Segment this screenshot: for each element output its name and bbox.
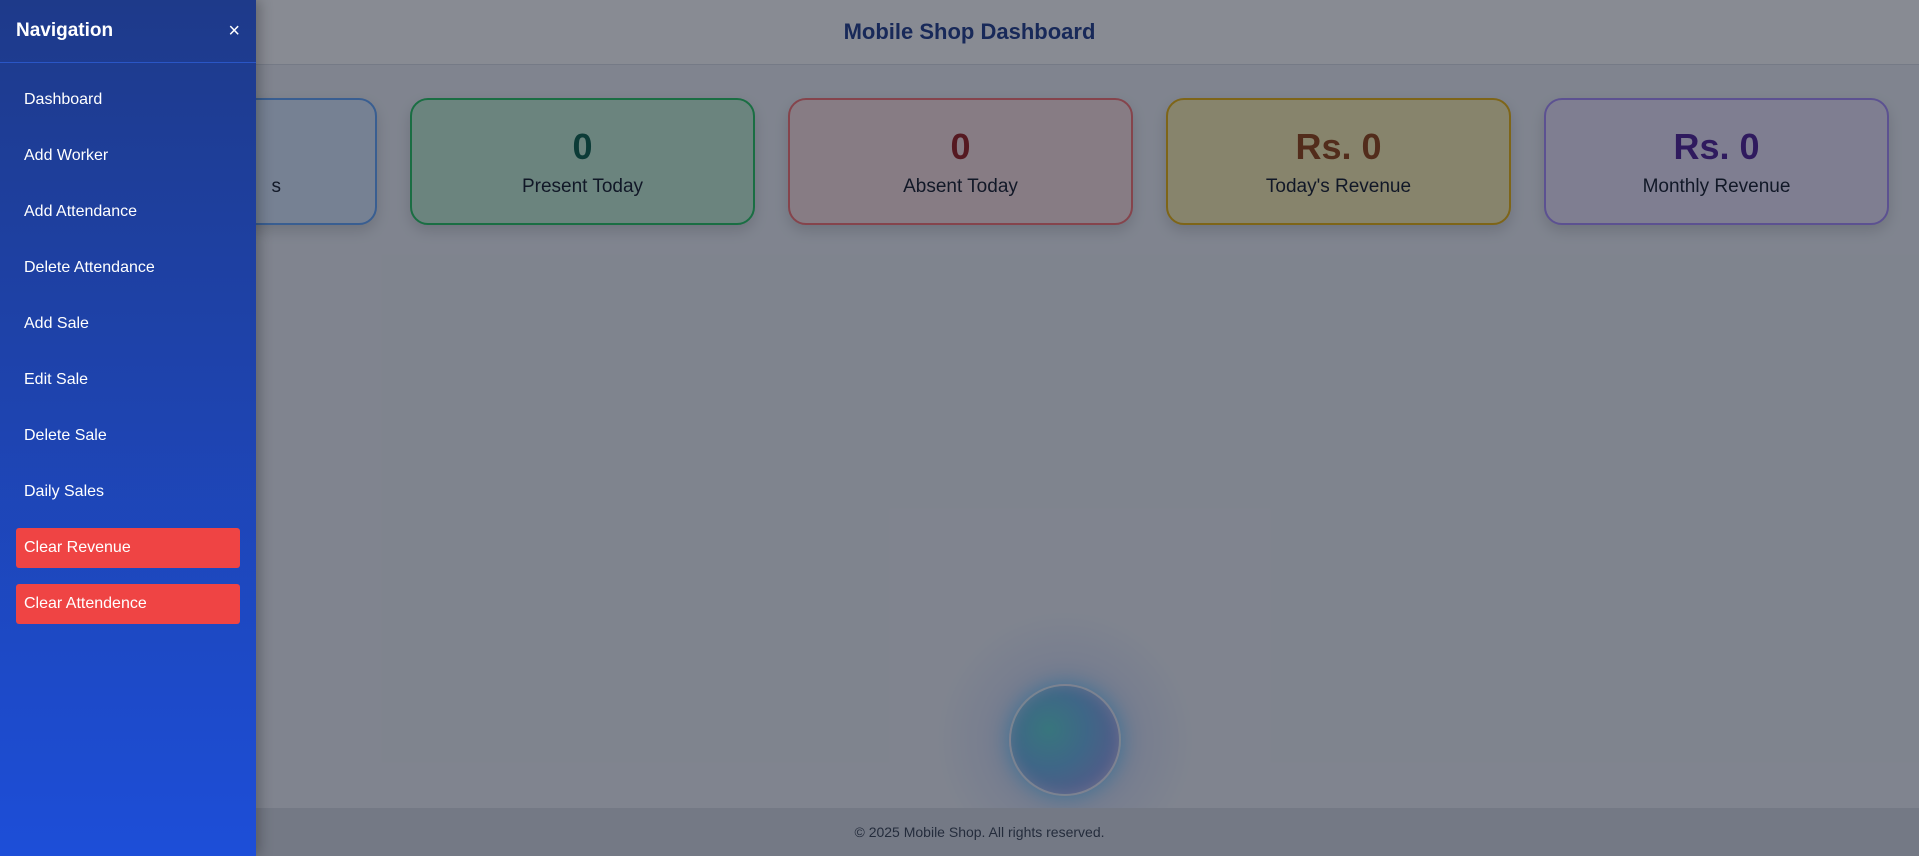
clear-revenue-button[interactable]: Clear Revenue: [16, 528, 240, 568]
sidebar-title: Navigation: [16, 20, 114, 41]
clear-attendence-button[interactable]: Clear Attendence: [16, 584, 240, 624]
navigation-sidebar: Navigation × Dashboard Add Worker Add At…: [0, 0, 256, 856]
sidebar-item-delete-sale[interactable]: Delete Sale: [16, 416, 240, 456]
sidebar-header: Navigation ×: [0, 0, 256, 63]
sidebar-item-dashboard[interactable]: Dashboard: [16, 80, 240, 120]
sidebar-item-add-worker[interactable]: Add Worker: [16, 136, 240, 176]
sidebar-item-add-sale[interactable]: Add Sale: [16, 304, 240, 344]
sidebar-item-delete-attendance[interactable]: Delete Attendance: [16, 248, 240, 288]
sidebar-menu: Dashboard Add Worker Add Attendance Dele…: [16, 80, 240, 640]
sidebar-item-edit-sale[interactable]: Edit Sale: [16, 360, 240, 400]
close-icon[interactable]: ×: [228, 20, 240, 43]
sidebar-item-daily-sales[interactable]: Daily Sales: [16, 472, 240, 512]
sidebar-item-add-attendance[interactable]: Add Attendance: [16, 192, 240, 232]
sidebar-backdrop-overlay[interactable]: [0, 0, 1919, 856]
